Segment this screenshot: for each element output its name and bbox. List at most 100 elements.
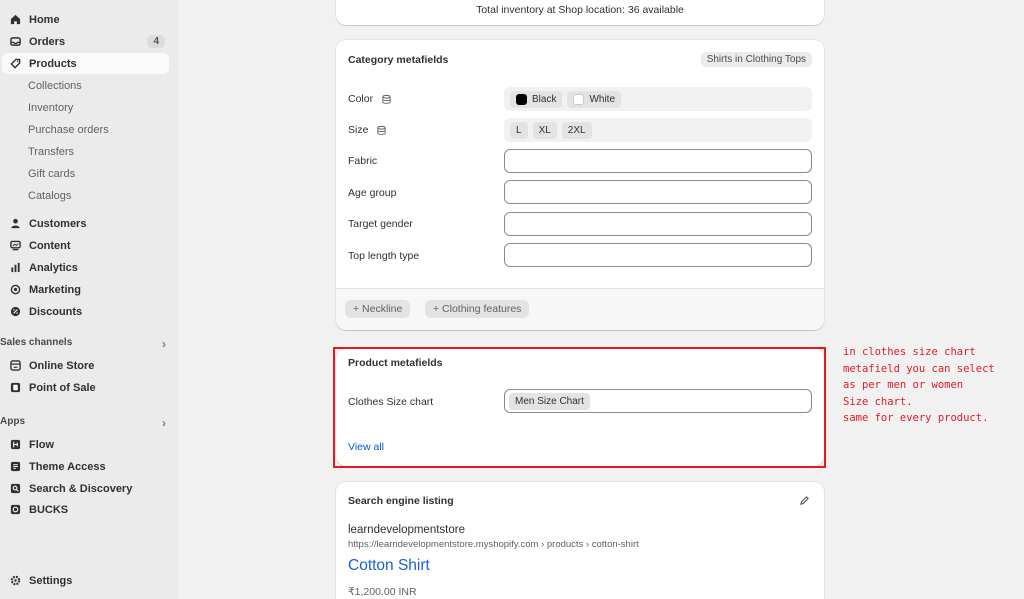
nav-home[interactable]: Home — [2, 9, 169, 30]
nav-catalogs[interactable]: Catalogs — [28, 190, 71, 202]
nav-point-of-sale[interactable]: Point of Sale — [2, 377, 169, 398]
nav-analytics-label: Analytics — [29, 261, 78, 274]
color-chip-label: White — [589, 93, 616, 105]
annotation-highlight-box — [333, 347, 826, 468]
apps-heading: Apps — [0, 416, 25, 427]
store-icon — [9, 360, 21, 372]
sidebar: Home Orders 4 Products Collections Inven… — [0, 0, 178, 599]
age-group-label: Age group — [348, 187, 397, 199]
age-group-field[interactable] — [504, 180, 812, 204]
sales-channels-heading: Sales channels — [0, 337, 73, 348]
nav-settings[interactable]: Settings — [2, 570, 169, 591]
add-neckline-button[interactable]: + Neckline — [345, 300, 411, 318]
database-icon — [382, 94, 391, 104]
apps-section[interactable]: Apps › — [0, 416, 168, 430]
nav-discounts[interactable]: Discounts — [2, 301, 169, 322]
nav-collections[interactable]: Collections — [28, 80, 82, 92]
top-length-label: Top length type — [348, 250, 420, 262]
nav-customers[interactable]: Customers — [2, 213, 169, 234]
search-engine-listing-card: Search engine listing learndevelopmentst… — [336, 482, 824, 599]
nav-online-store-label: Online Store — [29, 359, 95, 372]
category-tag: Shirts in Clothing Tops — [700, 52, 812, 67]
color-chip-label: Black — [532, 93, 557, 105]
nav-online-store[interactable]: Online Store — [2, 355, 169, 376]
nav-theme-access[interactable]: Theme Access — [2, 456, 169, 477]
pencil-icon[interactable] — [799, 495, 810, 506]
nav-marketing[interactable]: Marketing — [2, 279, 169, 300]
content-icon — [9, 240, 21, 252]
nav-inventory[interactable]: Inventory — [28, 102, 73, 114]
card-footer: + Neckline + Clothing features — [336, 288, 824, 330]
size-label: Size — [348, 124, 369, 136]
nav-theme-access-label: Theme Access — [29, 460, 106, 473]
gear-icon — [9, 575, 21, 587]
bar-chart-icon — [9, 262, 21, 274]
size-field[interactable]: L XL 2XL — [504, 118, 812, 142]
nav-flow-label: Flow — [29, 438, 55, 451]
inbox-icon — [9, 36, 21, 48]
fabric-field[interactable] — [504, 149, 812, 173]
nav-content-label: Content — [29, 239, 71, 252]
color-swatch — [516, 93, 527, 105]
sales-channels-section[interactable]: Sales channels › — [0, 337, 168, 351]
orders-count-badge: 4 — [147, 35, 165, 48]
seo-page-title: Cotton Shirt — [348, 557, 430, 574]
nav-search-discovery-label: Search & Discovery — [29, 482, 133, 495]
target-gender-label: Target gender — [348, 218, 413, 230]
size-chip[interactable]: XL — [532, 121, 557, 139]
nav-flow[interactable]: Flow — [2, 434, 169, 455]
theme-access-icon — [9, 461, 21, 473]
fabric-label: Fabric — [348, 155, 378, 167]
target-icon — [9, 284, 21, 296]
nav-bucks-label: BUCKS — [29, 503, 69, 516]
database-icon — [377, 125, 387, 135]
nav-marketing-label: Marketing — [29, 283, 81, 296]
bucks-icon — [9, 504, 21, 516]
nav-content[interactable]: Content — [2, 235, 169, 256]
color-chip-white[interactable]: White — [567, 90, 622, 108]
nav-products[interactable]: Products — [2, 53, 169, 74]
color-chip-black[interactable]: Black — [510, 90, 563, 108]
nav-discounts-label: Discounts — [29, 305, 83, 318]
person-icon — [9, 218, 21, 230]
inventory-card: Total inventory at Shop location: 36 ava… — [336, 0, 824, 25]
category-metafields-title: Category metafields — [348, 54, 449, 66]
size-chip[interactable]: 2XL — [561, 121, 592, 139]
nav-point-of-sale-label: Point of Sale — [29, 381, 96, 394]
nav-orders-label: Orders — [29, 35, 66, 48]
category-metafields-card: Category metafields Shirts in Clothing T… — [336, 40, 824, 330]
nav-orders[interactable]: Orders 4 — [2, 31, 169, 52]
target-gender-field[interactable] — [504, 212, 812, 236]
color-row-label: Color — [348, 93, 392, 105]
nav-transfers[interactable]: Transfers — [28, 146, 74, 158]
size-chip[interactable]: L — [510, 121, 528, 139]
seo-store-name: learndevelopmentstore — [348, 524, 465, 536]
inventory-summary: Total inventory at Shop location: 36 ava… — [476, 4, 684, 16]
size-row-label: Size — [348, 124, 387, 136]
color-label: Color — [348, 93, 374, 105]
nav-settings-label: Settings — [29, 574, 73, 587]
seo-url: https://learndevelopmentstore.myshopify.… — [348, 539, 639, 550]
home-icon — [9, 14, 21, 26]
nav-search-discovery[interactable]: Search & Discovery — [2, 478, 169, 499]
nav-analytics[interactable]: Analytics — [2, 257, 169, 278]
seo-title: Search engine listing — [348, 495, 454, 507]
chevron-right-icon[interactable]: › — [162, 416, 166, 430]
nav-customers-label: Customers — [29, 217, 87, 230]
chevron-right-icon[interactable]: › — [162, 337, 166, 351]
add-clothing-features-button[interactable]: + Clothing features — [425, 300, 530, 318]
tag-icon — [9, 58, 21, 70]
color-field[interactable]: Black White — [504, 87, 812, 111]
annotation-note: in clothes size chart metafield you can … — [843, 346, 995, 424]
flow-icon — [9, 439, 21, 451]
search-discovery-icon — [9, 483, 21, 495]
top-length-field[interactable] — [504, 243, 812, 267]
nav-bucks[interactable]: BUCKS — [2, 499, 169, 520]
seo-price: ₹1,200.00 INR — [348, 586, 417, 598]
color-swatch — [573, 93, 585, 105]
nav-products-label: Products — [29, 57, 77, 70]
pos-icon — [9, 382, 21, 394]
nav-purchase-orders[interactable]: Purchase orders — [28, 124, 109, 136]
nav-gift-cards[interactable]: Gift cards — [28, 168, 75, 180]
discount-icon — [9, 306, 21, 318]
